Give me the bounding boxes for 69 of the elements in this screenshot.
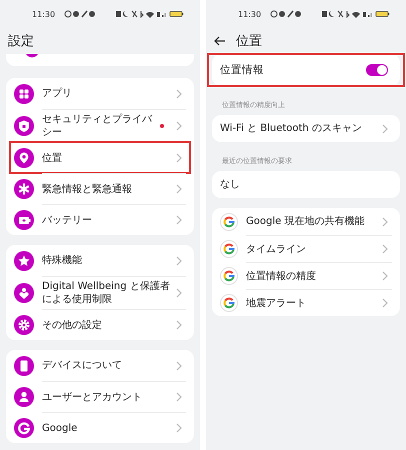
chevron-icon (176, 215, 182, 225)
item-label: 地震アラート (246, 296, 307, 310)
g-logo-icon (220, 212, 238, 230)
g-logo-icon (220, 266, 238, 284)
item-label: Digital Wellbeing と保護者による使用制限 (42, 280, 170, 307)
settings-item[interactable]: セキュリティとプライバシー (14, 109, 186, 142)
screen-title: 設定 (8, 33, 34, 50)
chevron-icon (382, 124, 388, 134)
item-label: セキュリティとプライバシー (42, 112, 154, 140)
settings-item[interactable]: 位置 (14, 142, 186, 173)
settings-item[interactable]: アプリ (14, 78, 186, 109)
chevron-icon (382, 216, 388, 226)
asterisk-icon (14, 178, 34, 198)
location-pin-icon (14, 148, 34, 168)
settings-item[interactable]: Google (14, 412, 186, 443)
chevron-icon (176, 121, 182, 131)
item-label: バッテリー (42, 214, 93, 228)
settings-item[interactable]: Wi-Fi と Bluetooth のスキャン (212, 115, 400, 142)
apps-icon (14, 84, 34, 104)
item-label: 特殊機能 (42, 254, 83, 268)
settings-item[interactable]: デバイスについて (14, 350, 186, 381)
item-label: Wi-Fi と Bluetooth のスキャン (220, 122, 363, 136)
settings-item[interactable]: 地震アラート (220, 289, 392, 316)
chevron-icon (176, 88, 182, 98)
item-label: Google 現在地の共有機能 (246, 214, 366, 229)
chevron-icon (382, 271, 388, 281)
phone-icon (14, 356, 34, 376)
gear-icon (14, 314, 34, 334)
settings-item[interactable]: 特殊機能 (14, 245, 186, 276)
chevron-icon (176, 392, 182, 402)
item-label: アプリ (42, 86, 73, 101)
settings-item[interactable]: その他の設定 (14, 309, 186, 340)
g-logo-icon (220, 294, 238, 312)
status-time: 11:30 (32, 10, 56, 18)
person-icon (14, 386, 34, 406)
status-time: 11:30 (238, 10, 262, 18)
settings-item[interactable]: Digital Wellbeing と保護者による使用制限 (14, 276, 186, 309)
settings-item[interactable]: タイムライン (220, 235, 392, 262)
toggle-label: 位置情報 (220, 62, 265, 78)
chevron-icon (176, 360, 182, 370)
item-label: タイムライン (246, 242, 307, 256)
item-label: ユーザーとアカウント (42, 390, 143, 404)
item-label: Google (42, 422, 78, 436)
battery-icon (14, 210, 34, 230)
chevron-icon (176, 184, 182, 194)
chevron-icon (382, 244, 388, 254)
chevron-icon (176, 288, 182, 298)
item-label: 位置 (42, 152, 63, 166)
location-switch[interactable] (366, 64, 388, 76)
chevron-icon (176, 256, 182, 266)
item-label: その他の設定 (42, 318, 103, 332)
item-label: なし (220, 178, 241, 192)
chevron-icon (176, 153, 182, 163)
chevron-icon (382, 298, 388, 308)
g-logo-icon (220, 240, 238, 258)
item-label: デバイスについて (42, 359, 123, 373)
chevron-icon (176, 320, 182, 330)
back-icon[interactable] (214, 36, 226, 46)
item-label: 位置情報の精度 (246, 270, 317, 284)
settings-item[interactable]: 緊急情報と緊急通報 (14, 173, 186, 204)
item-label: 緊急情報と緊急通報 (42, 182, 133, 196)
settings-item[interactable]: Google 現在地の共有機能 (220, 208, 392, 235)
shield-icon (14, 116, 34, 136)
settings-item[interactable]: バッテリー (14, 204, 186, 235)
screen-title: 位置 (236, 33, 262, 50)
g-logo-icon (14, 418, 34, 438)
chevron-icon (176, 423, 182, 433)
settings-item[interactable]: ユーザーとアカウント (14, 381, 186, 412)
settings-item[interactable]: 位置情報の精度 (220, 262, 392, 289)
